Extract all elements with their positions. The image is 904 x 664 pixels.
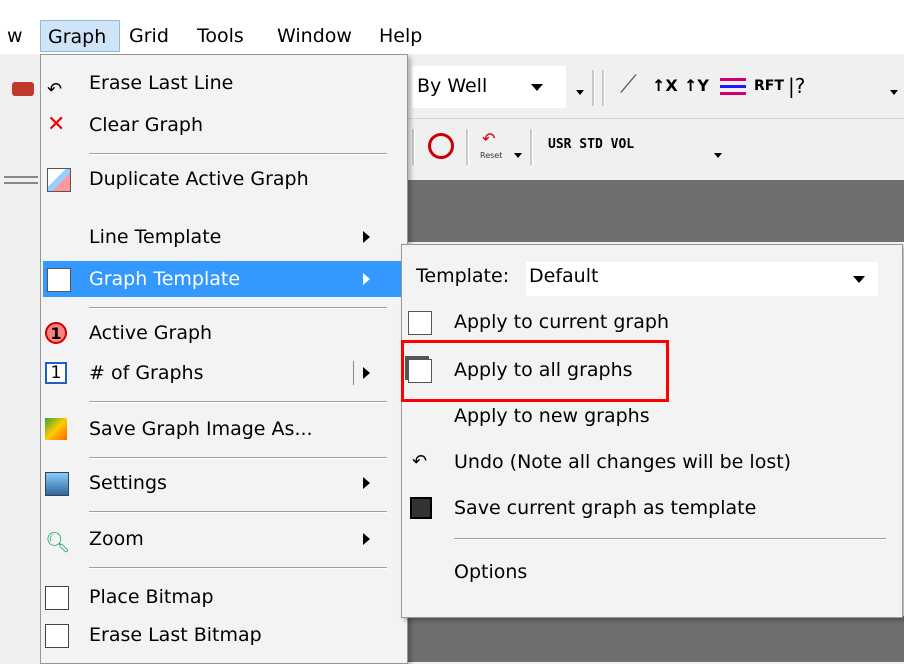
menu-grid[interactable]: Grid (122, 20, 176, 52)
toolbar-top: By Well ⟋ ↑X ↑Y RFT |? (408, 56, 904, 118)
chevron-down-icon[interactable] (853, 276, 865, 283)
graph-area (408, 180, 904, 242)
splitter-grip-2[interactable] (4, 182, 38, 184)
reset-chevron-icon[interactable] (514, 153, 522, 158)
graph-count-icon: 1 (45, 362, 67, 384)
menu-tools[interactable]: Tools (190, 20, 251, 52)
menu-item-settings[interactable]: Settings (41, 465, 407, 501)
chevron-right-icon (363, 477, 370, 489)
y-axis-icon[interactable]: ↑Y (684, 76, 709, 95)
help-pointer-icon[interactable]: |? (788, 74, 805, 98)
menu-item-clear-graph[interactable]: ✕ Clear Graph (41, 107, 407, 143)
splitter-grip[interactable] (4, 176, 38, 178)
submenu-apply-new[interactable]: Apply to new graphs (404, 398, 898, 434)
toolbar-binoculars-icon[interactable] (12, 82, 34, 96)
rft-button[interactable]: RFT (754, 78, 784, 94)
reset-label: Reset (480, 151, 503, 160)
undo-icon: ↶ (47, 79, 63, 100)
place-bitmap-icon (45, 586, 69, 610)
by-well-value: By Well (417, 75, 488, 97)
lines-icon[interactable] (720, 78, 746, 81)
apply-current-icon (408, 311, 432, 335)
graph-template-icon (47, 268, 71, 292)
undo-icon[interactable]: ↶ (482, 129, 495, 148)
chevron-right-icon (363, 533, 370, 545)
menu-item-zoom[interactable]: 🔍︎ Zoom (41, 521, 407, 557)
settings-icon (45, 472, 69, 496)
usr-chevron-icon[interactable] (714, 153, 722, 158)
menu-item-line-template[interactable]: Line Template (41, 219, 407, 255)
menu-item-duplicate-active-graph[interactable]: Duplicate Active Graph (41, 161, 407, 197)
save-image-icon (45, 418, 67, 440)
zoom-icon: 🔍︎ (45, 530, 71, 554)
callout-highlight (401, 340, 669, 402)
submenu-apply-current[interactable]: Apply to current graph (404, 304, 898, 340)
template-select-value: Default (529, 265, 599, 287)
left-panel (0, 54, 42, 662)
submenu-options[interactable]: Options (404, 554, 898, 590)
undo-icon: ↶ (412, 451, 428, 472)
template-select[interactable]: Default (526, 262, 878, 296)
menu-item-place-bitmap[interactable]: Place Bitmap (41, 579, 407, 615)
active-graph-icon: 1 (45, 322, 67, 344)
duplicate-graph-icon (47, 168, 71, 192)
toolbar-second: ↶ Reset USR STD VOL (408, 118, 904, 179)
menu-item-num-graphs[interactable]: 1 # of Graphs (41, 355, 407, 391)
menu-item-save-graph-image[interactable]: Save Graph Image As... (41, 411, 407, 447)
graph-area-bottom (408, 616, 904, 662)
chevron-right-icon (363, 367, 370, 379)
menu-item-graph-template[interactable]: Graph Template (43, 261, 405, 297)
overflow-chevron-icon-2[interactable] (890, 90, 898, 95)
menu-graph[interactable]: Graph (40, 20, 120, 52)
line-plot-icon[interactable]: ⟋ (620, 70, 637, 98)
x-axis-icon[interactable]: ↑X (652, 76, 678, 95)
by-well-combo[interactable]: By Well (412, 66, 566, 108)
chevron-down-icon[interactable] (531, 84, 543, 91)
menu-item-active-graph[interactable]: 1 Active Graph (41, 315, 407, 351)
menu-help[interactable]: Help (372, 20, 429, 52)
menu-item-erase-last-bitmap[interactable]: Erase Last Bitmap (41, 617, 407, 653)
red-x-icon: ✕ (47, 112, 66, 137)
template-label: Template: (416, 265, 510, 287)
overflow-chevron-icon[interactable] (576, 90, 584, 95)
submenu-undo[interactable]: ↶ Undo (Note all changes will be lost) (404, 444, 898, 480)
menu-view-partial[interactable]: w (0, 20, 30, 52)
menu-window[interactable]: Window (270, 20, 359, 52)
erase-bitmap-icon (45, 624, 69, 648)
menubar: w Graph Grid Tools Window Help (0, 0, 904, 54)
chevron-right-icon (363, 273, 370, 285)
floppy-disk-icon (410, 497, 432, 519)
menu-item-erase-last-line[interactable]: ↶ Erase Last Line (41, 65, 407, 101)
usr-std-vol-button[interactable]: USR STD VOL (548, 137, 634, 152)
graph-menu: ↶ Erase Last Line ✕ Clear Graph Duplicat… (40, 54, 408, 664)
submenu-save-template[interactable]: Save current graph as template (404, 490, 898, 526)
chevron-right-icon (363, 231, 370, 243)
gear-icon[interactable] (428, 133, 454, 159)
